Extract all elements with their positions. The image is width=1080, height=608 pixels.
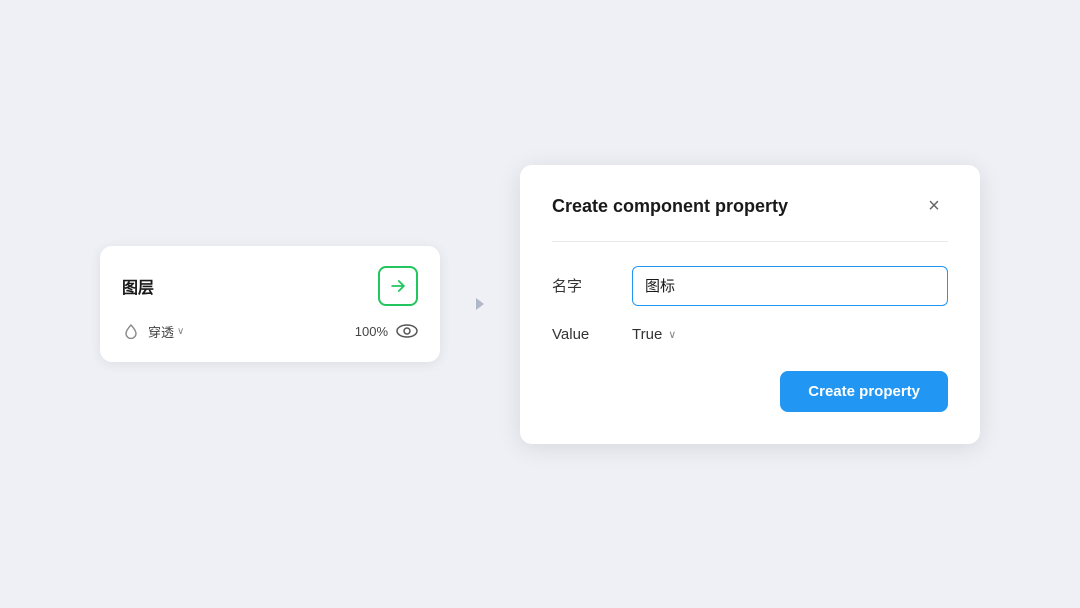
layer-card: 图层 穿透 ∨ 100% [100, 246, 440, 362]
value-chevron-icon: ∨ [668, 328, 676, 341]
name-row: 名字 [552, 266, 948, 306]
layer-card-header: 图层 [122, 266, 418, 306]
dialog-title: Create component property [552, 196, 788, 217]
blend-mode: 穿透 ∨ [148, 322, 184, 341]
visibility-icon [396, 324, 418, 338]
create-property-dialog: Create component property × 名字 Value Tru… [520, 165, 980, 444]
eye-icon[interactable] [396, 320, 418, 342]
blend-mode-chevron: ∨ [177, 326, 184, 337]
divider [552, 241, 948, 242]
scene: 图层 穿透 ∨ 100% [0, 0, 1080, 608]
opacity-value: 100% [355, 324, 388, 339]
value-label: Value [552, 326, 632, 343]
arrow-connector [472, 296, 488, 312]
name-input[interactable] [632, 266, 948, 306]
dialog-footer: Create property [552, 371, 948, 412]
drop-icon [123, 323, 139, 339]
create-property-button[interactable]: Create property [780, 371, 948, 412]
layer-title: 图层 [122, 274, 154, 298]
right-arrow-icon [472, 296, 488, 312]
name-label: 名字 [552, 275, 632, 296]
arrow-right-icon [388, 276, 408, 296]
link-icon-button[interactable] [378, 266, 418, 306]
value-select[interactable]: True ∨ [632, 326, 676, 343]
close-button[interactable]: × [920, 193, 948, 221]
layer-card-footer: 穿透 ∨ 100% [122, 320, 418, 342]
dialog-header: Create component property × [552, 193, 948, 221]
value-current: True [632, 326, 662, 343]
value-row: Value True ∨ [552, 326, 948, 343]
opacity-icon [122, 322, 140, 340]
